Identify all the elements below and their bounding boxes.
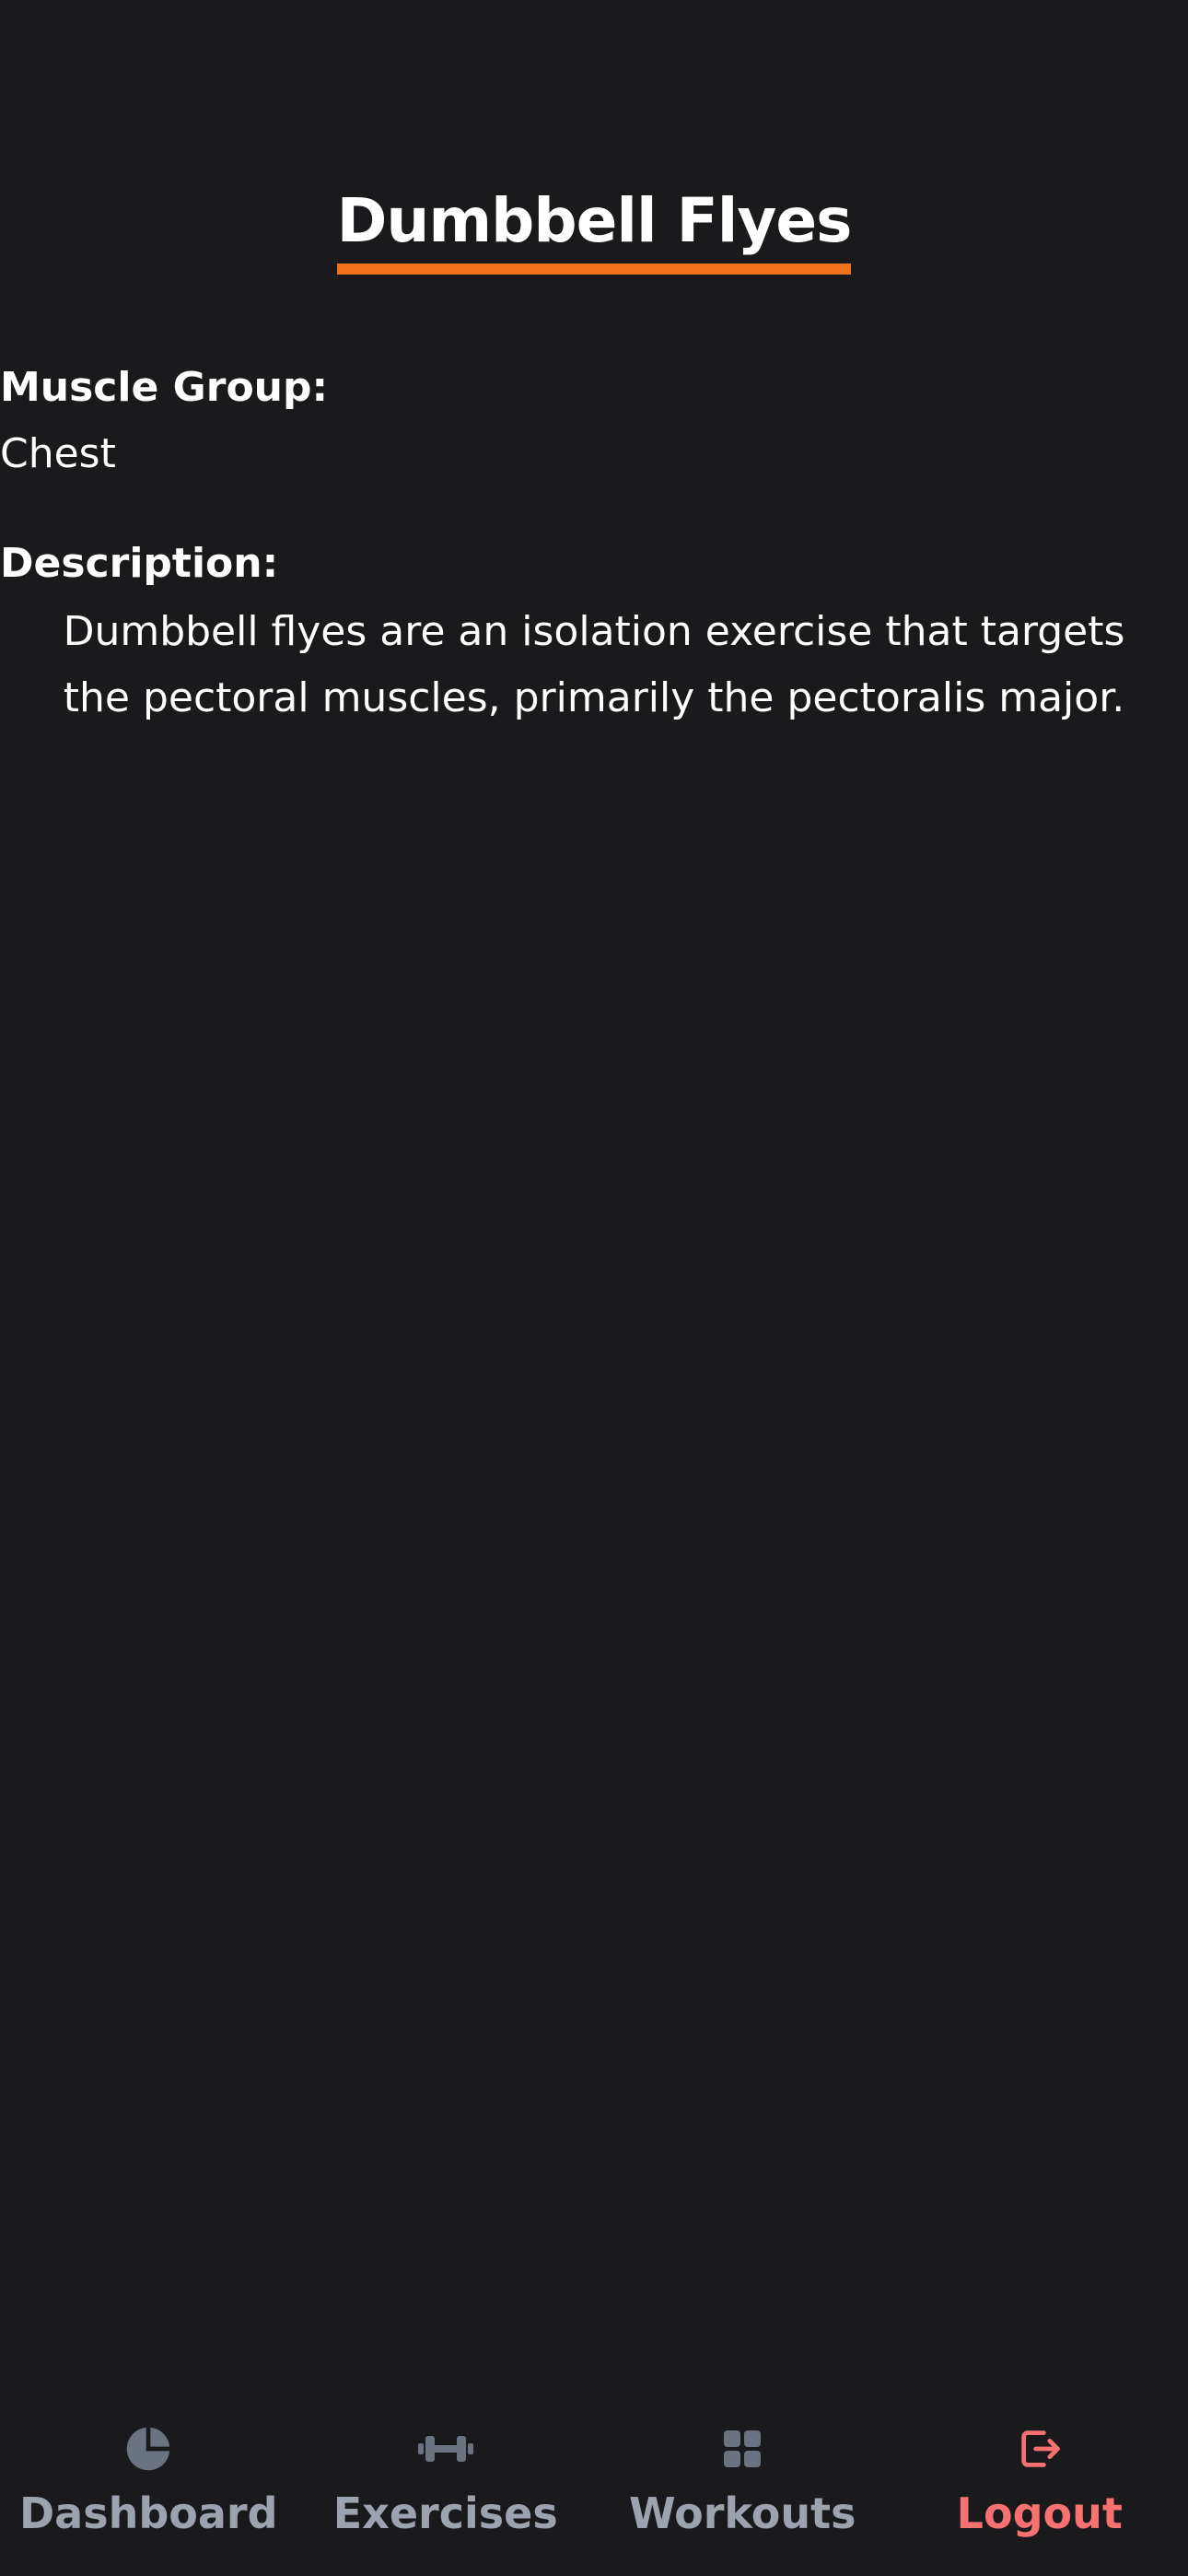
nav-item-workouts[interactable]: Workouts <box>594 2395 891 2576</box>
nav-item-dashboard[interactable]: Dashboard <box>0 2395 297 2576</box>
muscle-group-label: Muscle Group: <box>0 364 329 411</box>
nav-label-dashboard: Dashboard <box>18 2488 278 2538</box>
description-text: Dumbbell flyes are an isolation exercise… <box>63 608 1125 721</box>
pie-chart-icon <box>119 2419 178 2478</box>
dumbbell-icon <box>416 2419 475 2478</box>
bottom-nav: Dashboard Exercises Workouts Logout <box>0 2395 1188 2576</box>
description-label: Description: <box>0 540 279 587</box>
nav-item-exercises[interactable]: Exercises <box>297 2395 595 2576</box>
nav-label-logout: Logout <box>956 2488 1123 2538</box>
nav-label-workouts: Workouts <box>629 2488 856 2538</box>
nav-item-logout[interactable]: Logout <box>891 2395 1188 2576</box>
title-section: Dumbbell Flyes <box>0 184 1188 275</box>
exercise-detail-page: Dumbbell Flyes Muscle Group: Chest Descr… <box>0 0 1188 2576</box>
muscle-group-value: Chest <box>0 430 116 477</box>
logout-icon <box>1010 2419 1069 2478</box>
exercise-title: Dumbbell Flyes <box>336 184 852 275</box>
nav-label-exercises: Exercises <box>332 2488 558 2538</box>
grid-icon <box>713 2419 772 2478</box>
